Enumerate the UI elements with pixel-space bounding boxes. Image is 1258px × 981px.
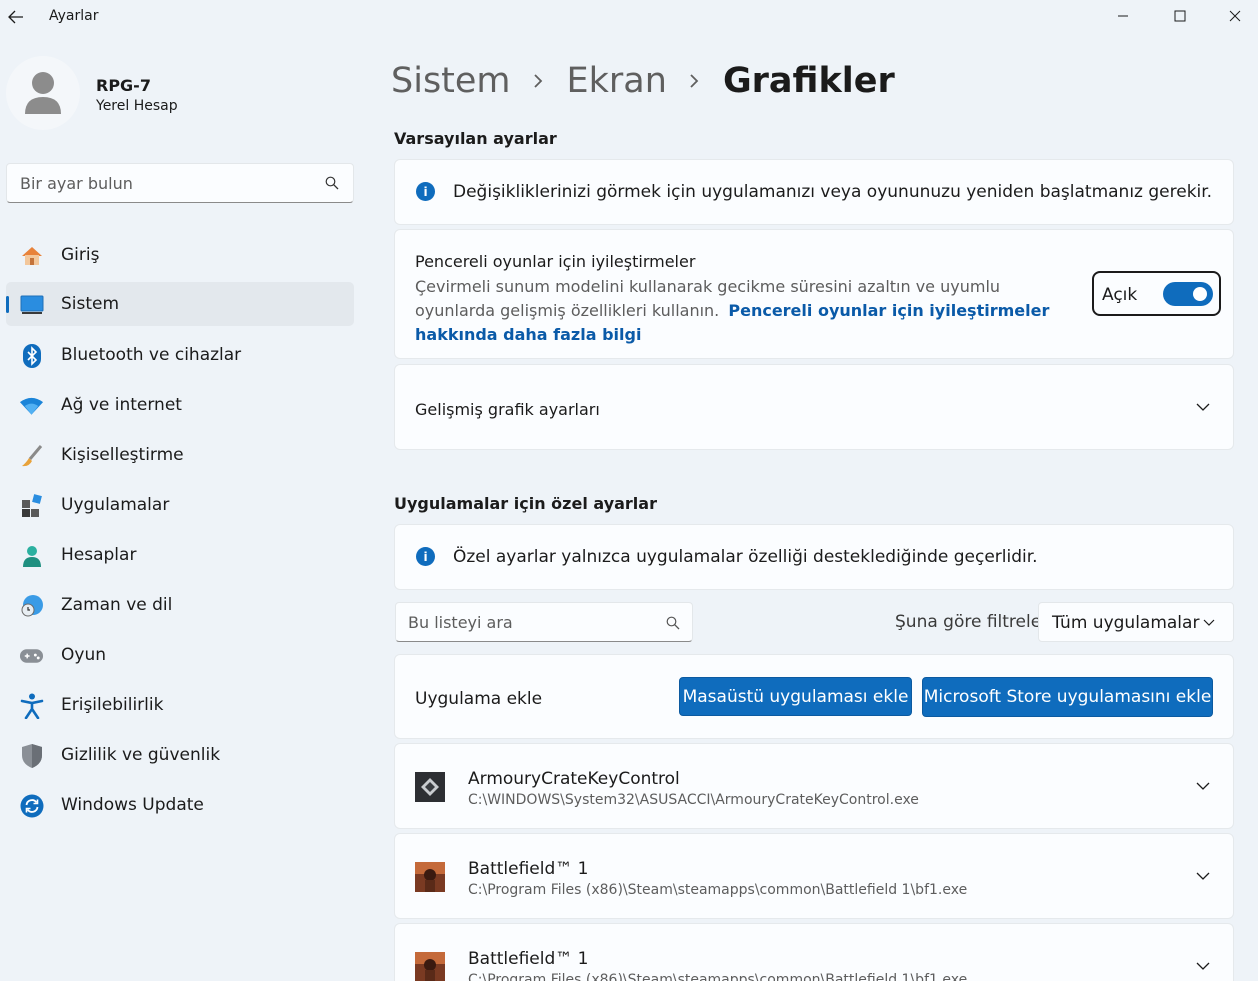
title-bar: Ayarlar [0, 0, 1258, 34]
sidebar-item-label: Ağ ve internet [61, 395, 182, 415]
time-language-icon [19, 593, 44, 618]
account-type: Yerel Hesap [96, 98, 178, 114]
custom-info-text: Özel ayarlar yalnızca uygulamalar özelli… [453, 547, 1038, 567]
windowed-games-description: Çevirmeli sunum modelini kullanarak geci… [415, 275, 1075, 347]
app-name: Battlefield™ 1 [468, 949, 589, 969]
toggle-switch[interactable] [1163, 282, 1213, 306]
sidebar-item-apps[interactable]: Uygulamalar [6, 483, 354, 527]
add-app-label: Uygulama ekle [415, 689, 543, 709]
bluetooth-icon [19, 343, 44, 368]
shield-icon [19, 743, 44, 768]
chevron-down-icon[interactable] [1193, 397, 1213, 417]
custom-info-bar: i Özel ayarlar yalnızca uygulamalar özel… [394, 524, 1234, 590]
sidebar-item-label: Sistem [61, 294, 120, 314]
battlefield-icon [415, 862, 445, 896]
sidebar-item-label: Windows Update [61, 795, 204, 815]
windows-update-icon [19, 793, 44, 818]
sidebar-item-gaming[interactable]: Oyun [6, 633, 354, 677]
restart-info-text: Değişikliklerinizi görmek için uygulaman… [453, 182, 1213, 202]
brush-icon [19, 443, 44, 468]
breadcrumb-display[interactable]: Ekran [567, 61, 667, 101]
chevron-down-icon[interactable] [1193, 776, 1213, 796]
app-path: C:\Program Files (x86)\Steam\steamapps\c… [468, 882, 968, 898]
sidebar-item-system[interactable]: Sistem [6, 282, 354, 326]
app-row[interactable]: Battlefield™ 1 C:\Program Files (x86)\St… [394, 833, 1234, 919]
app-list-search-box [395, 602, 693, 642]
sidebar-item-label: Zaman ve dil [61, 595, 173, 615]
back-arrow-icon[interactable] [5, 6, 27, 28]
sidebar-item-label: Gizlilik ve güvenlik [61, 745, 221, 765]
app-name: Battlefield™ 1 [468, 859, 589, 879]
restart-info-bar: i Değişikliklerinizi görmek için uygulam… [394, 159, 1234, 225]
home-icon [19, 243, 44, 268]
app-row[interactable]: ArmouryCrateKeyControl C:\WINDOWS\System… [394, 743, 1234, 829]
sidebar-item-label: Oyun [61, 645, 106, 665]
chevron-down-icon[interactable] [1193, 866, 1213, 886]
sidebar-item-personalization[interactable]: Kişiselleştirme [6, 433, 354, 477]
app-path: C:\Program Files (x86)\Steam\steamapps\c… [468, 972, 968, 981]
default-settings-heading: Varsayılan ayarlar [394, 129, 557, 148]
filter-label: Şuna göre filtrele: [895, 612, 1047, 632]
sidebar-item-accessibility[interactable]: Erişilebilirlik [6, 683, 354, 727]
accounts-icon [19, 543, 44, 568]
armoury-crate-icon [415, 772, 445, 806]
battlefield-icon [415, 952, 445, 981]
app-path: C:\WINDOWS\System32\ASUSACCI\ArmouryCrat… [468, 792, 919, 808]
settings-search-input[interactable] [7, 164, 312, 202]
sidebar-item-home[interactable]: Giriş [6, 233, 354, 277]
breadcrumb: Sistem Ekran Grafikler [391, 58, 895, 104]
gaming-icon [19, 643, 44, 668]
toggle-knob [1193, 287, 1207, 301]
maximize-button[interactable] [1157, 0, 1203, 32]
custom-settings-heading: Uygulamalar için özel ayarlar [394, 494, 657, 513]
toggle-state-label: Açık [1102, 285, 1138, 305]
avatar[interactable] [6, 56, 80, 130]
page-title: Grafikler [722, 61, 895, 101]
advanced-graphics-label: Gelişmiş grafik ayarları [415, 400, 600, 419]
close-button[interactable] [1212, 0, 1258, 32]
user-icon [25, 72, 61, 114]
chevron-right-icon [533, 69, 543, 94]
filter-dropdown[interactable]: Tüm uygulamalar [1038, 602, 1234, 642]
sidebar-item-privacy[interactable]: Gizlilik ve güvenlik [6, 733, 354, 777]
search-icon[interactable] [666, 615, 680, 634]
sidebar-item-accounts[interactable]: Hesaplar [6, 533, 354, 577]
sidebar-item-label: Kişiselleştirme [61, 445, 184, 465]
sidebar-item-bluetooth[interactable]: Bluetooth ve cihazlar [6, 333, 354, 377]
add-store-app-button[interactable]: Microsoft Store uygulamasını ekle [922, 677, 1213, 717]
info-icon: i [416, 547, 435, 566]
sidebar-item-label: Uygulamalar [61, 495, 170, 515]
app-title: Ayarlar [49, 8, 99, 24]
profile-name: RPG-7 [96, 76, 151, 95]
minimize-button[interactable] [1100, 0, 1146, 32]
accessibility-icon [19, 693, 44, 719]
app-list-search-input[interactable] [396, 603, 660, 641]
info-icon: i [416, 182, 435, 201]
app-row[interactable]: Battlefield™ 1 C:\Program Files (x86)\St… [394, 923, 1234, 981]
windowed-games-title: Pencereli oyunlar için iyileştirmeler [415, 252, 696, 271]
filter-selected-value: Tüm uygulamalar [1052, 613, 1200, 633]
sidebar-item-label: Bluetooth ve cihazlar [61, 345, 242, 365]
chevron-down-icon[interactable] [1193, 956, 1213, 976]
system-icon [19, 292, 44, 317]
app-name: ArmouryCrateKeyControl [468, 769, 680, 789]
sidebar-item-label: Erişilebilirlik [61, 695, 164, 715]
chevron-right-icon [689, 69, 699, 94]
advanced-graphics-settings[interactable]: Gelişmiş grafik ayarları [394, 364, 1234, 450]
active-indicator [6, 296, 9, 313]
sidebar-item-label: Hesaplar [61, 545, 137, 565]
sidebar-item-time-language[interactable]: Zaman ve dil [6, 583, 354, 627]
settings-search-box [6, 163, 354, 203]
apps-icon [19, 493, 44, 518]
add-desktop-app-button[interactable]: Masaüstü uygulaması ekle [679, 677, 912, 716]
sidebar-item-label: Giriş [61, 245, 100, 265]
sidebar-item-windows-update[interactable]: Windows Update [6, 783, 354, 827]
windowed-games-toggle[interactable]: Açık [1092, 271, 1221, 316]
chevron-down-icon [1199, 612, 1219, 632]
breadcrumb-system[interactable]: Sistem [391, 61, 511, 101]
wifi-icon [19, 393, 44, 418]
sidebar-item-network[interactable]: Ağ ve internet [6, 383, 354, 427]
search-icon[interactable] [325, 175, 339, 194]
